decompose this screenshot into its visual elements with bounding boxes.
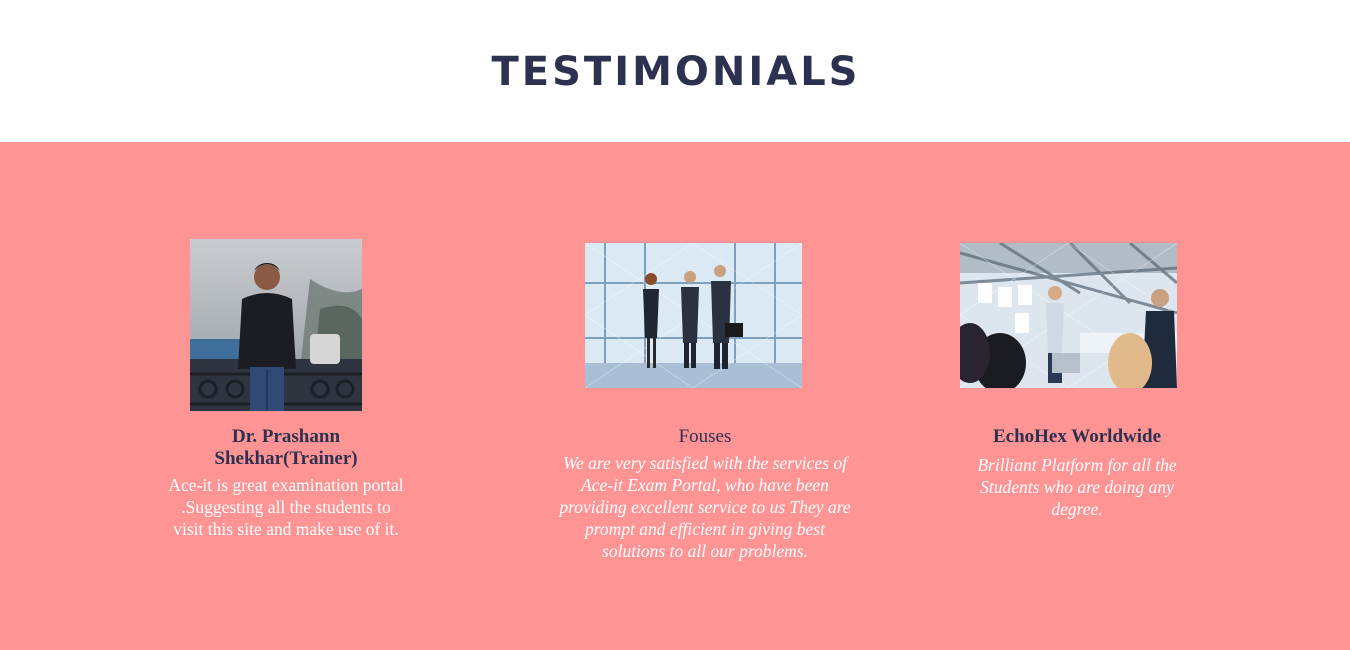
business-people-photo (585, 243, 802, 388)
testimonial-name: Dr. Prashann Shekhar(Trainer) (214, 426, 358, 469)
portrait-photo (190, 239, 362, 411)
testimonial-quote: Brilliant Platform for all the Students … (977, 455, 1177, 519)
testimonial-name: EchoHex Worldwide (992, 426, 1162, 447)
testimonials-header: TESTIMONIALS (0, 0, 1350, 142)
testimonial-name: Fouses (678, 426, 732, 447)
testimonial-quote: Ace-it is great examination portal .Sugg… (168, 475, 404, 539)
office-presentation-photo (960, 243, 1177, 388)
testimonial-quote: We are very satisfied with the services … (559, 453, 851, 561)
section-title: TESTIMONIALS (491, 49, 861, 95)
